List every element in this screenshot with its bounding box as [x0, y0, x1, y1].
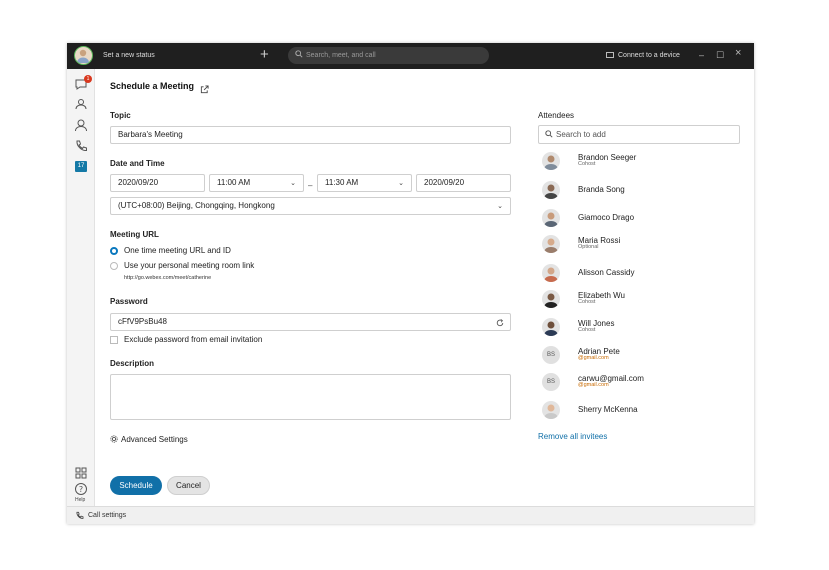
page-title: Schedule a Meeting	[110, 81, 195, 91]
attendee-avatar	[542, 401, 560, 419]
refresh-icon[interactable]	[496, 317, 504, 333]
user-avatar[interactable]	[74, 46, 93, 65]
end-date-field[interactable]: 2020/09/20	[416, 174, 511, 192]
unread-badge: 1	[84, 75, 92, 83]
one-time-url-radio[interactable]	[110, 247, 118, 255]
attendee-item[interactable]: BS carwu@gmail.com @gmail.com	[538, 371, 740, 393]
timezone-select[interactable]: (UTC+08:00) Beijing, Chongqing, Hongkong…	[110, 197, 511, 215]
external-link-icon[interactable]	[200, 81, 209, 99]
advanced-settings-button[interactable]: Advanced Settings	[110, 435, 188, 445]
search-icon	[545, 130, 553, 140]
title-bar: Set a new status + Search, meet, and cal…	[67, 43, 754, 69]
attendee-item[interactable]: Sherry McKenna	[538, 399, 740, 421]
connect-device-label: Connect to a device	[618, 52, 680, 59]
help-label: Help	[75, 497, 86, 503]
attendee-name: Alisson Cassidy	[578, 268, 635, 277]
meeting-url-label: Meeting URL	[110, 230, 159, 239]
end-time-value: 11:30 AM	[325, 178, 359, 187]
calendar-icon[interactable]: 17	[75, 161, 87, 172]
apps-grid-icon[interactable]	[74, 466, 88, 480]
connect-device-button[interactable]: Connect to a device	[606, 52, 680, 59]
contacts-icon[interactable]	[74, 118, 88, 132]
calls-icon[interactable]	[74, 139, 88, 153]
attendee-item[interactable]: Maria Rossi Optional	[538, 233, 740, 255]
search-icon	[295, 50, 303, 60]
maximize-button[interactable]: ☐	[716, 50, 724, 60]
attendee-item[interactable]: Brandon Seeger Cohost	[538, 150, 740, 172]
chevron-down-icon: ⌄	[290, 180, 296, 187]
set-status-link[interactable]: Set a new status	[103, 52, 155, 59]
attendee-role: Cohost	[578, 327, 596, 333]
minimize-button[interactable]: –	[699, 50, 704, 60]
call-settings-link[interactable]: Call settings	[88, 512, 126, 519]
cancel-button[interactable]: Cancel	[167, 476, 210, 495]
personal-room-radio[interactable]	[110, 262, 118, 270]
sidebar: 1 17 ? Help	[67, 69, 95, 506]
teams-icon[interactable]	[74, 97, 88, 111]
password-input[interactable]: cFfV9PsBu48	[110, 313, 511, 331]
attendee-item[interactable]: Branda Song	[538, 179, 740, 201]
attendee-search-placeholder: Search to add	[556, 130, 606, 139]
personal-room-label: Use your personal meeting room link	[124, 261, 255, 270]
time-separator: –	[308, 181, 313, 190]
password-label: Password	[110, 297, 148, 306]
help-icon[interactable]: ?	[74, 482, 88, 496]
password-value: cFfV9PsBu48	[118, 317, 167, 326]
attendee-avatar	[542, 290, 560, 308]
attendee-item[interactable]: Will Jones Cohost	[538, 316, 740, 338]
one-time-url-label: One time meeting URL and ID	[124, 246, 231, 255]
attendee-email: @gmail.com	[578, 355, 609, 361]
personal-room-url: http://go.webex.com/meet/catherine	[124, 275, 212, 281]
app-window: Set a new status + Search, meet, and cal…	[67, 43, 754, 524]
schedule-meeting-form: Schedule a Meeting Topic Barbara's Meeti…	[95, 69, 754, 506]
attendee-name: Giamoco Drago	[578, 213, 635, 222]
start-time-select[interactable]: 11:00 AM ⌄	[209, 174, 304, 192]
attendee-avatar	[542, 209, 560, 227]
chevron-down-icon: ⌄	[497, 203, 503, 210]
exclude-password-checkbox[interactable]	[110, 336, 118, 344]
attendee-name: Sherry McKenna	[578, 405, 638, 414]
status-footer: Call settings	[67, 506, 754, 524]
plus-icon[interactable]: +	[260, 46, 269, 64]
start-date-field[interactable]: 2020/09/20	[110, 174, 205, 192]
attendee-initials-avatar: BS	[542, 373, 560, 391]
gear-icon	[110, 435, 118, 445]
topic-input[interactable]: Barbara's Meeting	[110, 126, 511, 144]
attendee-name: Branda Song	[578, 185, 625, 194]
remove-all-invitees-link[interactable]: Remove all invitees	[538, 432, 607, 441]
attendee-avatar	[542, 318, 560, 336]
attendee-item[interactable]: Alisson Cassidy	[538, 262, 740, 284]
topic-label: Topic	[110, 111, 131, 120]
timezone-value: (UTC+08:00) Beijing, Chongqing, Hongkong	[118, 201, 275, 210]
end-time-select[interactable]: 11:30 AM ⌄	[317, 174, 412, 192]
close-button[interactable]: ×	[735, 48, 741, 59]
attendee-role: Cohost	[578, 161, 596, 167]
attendee-item[interactable]: Giamoco Drago	[538, 207, 740, 229]
chevron-down-icon: ⌄	[398, 180, 404, 187]
description-textarea[interactable]	[110, 374, 511, 420]
attendee-avatar	[542, 264, 560, 282]
schedule-button[interactable]: Schedule	[110, 476, 162, 495]
global-search-input[interactable]: Search, meet, and call	[288, 47, 489, 64]
exclude-password-label: Exclude password from email invitation	[124, 335, 263, 344]
attendee-initials-avatar: BS	[542, 346, 560, 364]
attendee-role: Optional	[578, 244, 599, 250]
attendee-search-input[interactable]: Search to add	[538, 125, 740, 144]
attendee-item[interactable]: Elizabeth Wu Cohost	[538, 288, 740, 310]
attendee-avatar	[542, 235, 560, 253]
attendee-role: Cohost	[578, 299, 596, 305]
phone-settings-icon[interactable]	[75, 511, 84, 522]
attendee-email: @gmail.com	[578, 382, 609, 388]
datetime-label: Date and Time	[110, 159, 165, 168]
attendees-label: Attendees	[538, 111, 575, 120]
svg-text:?: ?	[79, 485, 83, 494]
global-search-placeholder: Search, meet, and call	[306, 52, 376, 59]
description-label: Description	[110, 359, 155, 368]
device-icon	[606, 52, 614, 58]
attendee-avatar	[542, 152, 560, 170]
start-time-value: 11:00 AM	[217, 178, 251, 187]
advanced-settings-label: Advanced Settings	[121, 435, 188, 444]
attendee-item[interactable]: BS Adrian Pete @gmail.com	[538, 344, 740, 366]
attendee-avatar	[542, 181, 560, 199]
